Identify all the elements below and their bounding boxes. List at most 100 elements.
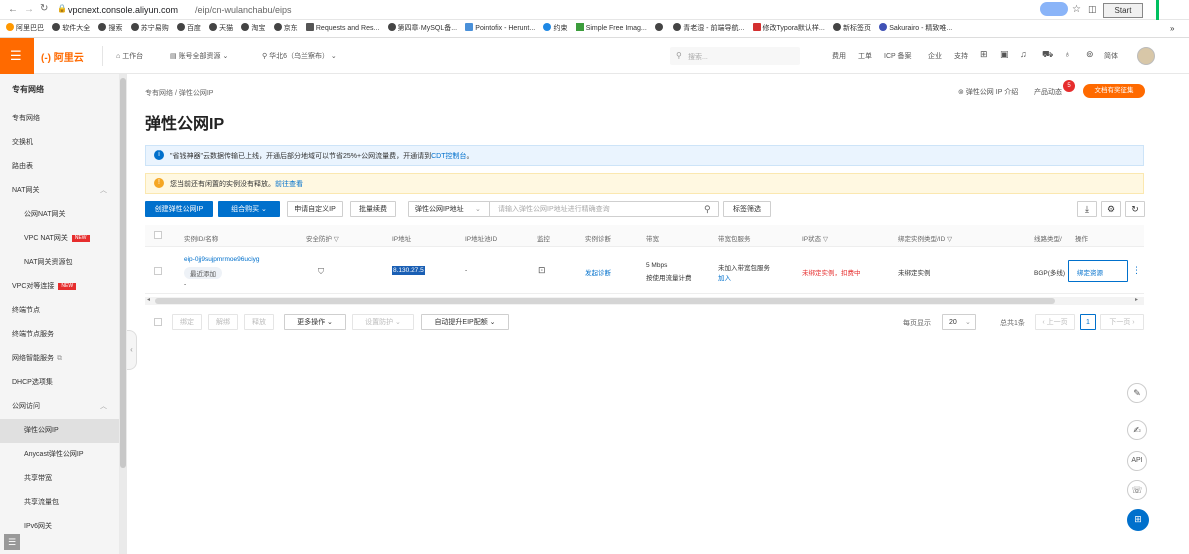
screen-icon[interactable]: ▣ (1000, 49, 1009, 60)
filter-field-select[interactable]: 弹性公网IP地址 ⌄ (408, 201, 490, 217)
bookmark-item[interactable]: 百度 (176, 20, 201, 37)
settings-icon[interactable]: ⚙ (1101, 201, 1121, 217)
eip-intro-link[interactable]: ⊚ 弹性公网 IP 介绍 (958, 87, 1018, 97)
sidebar-item-vpc[interactable]: 专有网络 (0, 107, 119, 131)
apps-icon[interactable]: ⊞ (1127, 509, 1149, 531)
sidebar-item-vpc-nat[interactable]: VPC NAT网关 NEW (0, 227, 119, 251)
bookmark-item[interactable]: Requests and Res... (305, 20, 379, 37)
region-dropdown[interactable]: ⚲ 华北6（乌兰察布） ⌄ (262, 51, 337, 61)
sidebar-item-route-table[interactable]: 路由表 (0, 155, 119, 179)
sidebar-item-shared-bandwidth[interactable]: 共享带宽 (0, 467, 119, 491)
col-bound-instance[interactable]: 绑定实例类型/ID ▽ (898, 233, 952, 243)
url-host[interactable]: vpcnext.console.aliyun.com (68, 5, 178, 15)
feedback-icon[interactable]: ✍ (1127, 420, 1147, 440)
combo-purchase-button[interactable]: 组合购买 ⌄ (218, 201, 280, 217)
star-icon[interactable]: ☆ (1072, 4, 1081, 15)
sidebar-item-network-intelligence[interactable]: 网络智能服务 ⧉ (0, 347, 119, 371)
sidebar-fold-handle[interactable]: ‹ (127, 330, 137, 370)
more-bookmarks-icon[interactable]: » (1170, 24, 1174, 33)
language-switch[interactable]: 简体 (1104, 51, 1118, 61)
sidebar-item-vpc-peering[interactable]: VPC对等连接 NEW (0, 275, 119, 299)
sidebar-item-anycast-eip[interactable]: Anycast弹性公网IP (0, 443, 119, 467)
nav-link-enterprise[interactable]: 企业 (928, 51, 942, 61)
shield-icon[interactable]: ⛉ (318, 267, 324, 277)
search-input[interactable]: 请输入弹性公网IP地址进行精确查询 ⚲ (489, 201, 719, 217)
refresh-icon[interactable]: ↻ (1125, 201, 1145, 217)
bell-icon[interactable]: ♫ (1020, 49, 1027, 59)
cart-icon[interactable]: ⛟ (1042, 49, 1053, 61)
footer-select-all-checkbox[interactable] (154, 318, 162, 326)
prev-page-button[interactable]: ‹ 上一页 (1035, 314, 1075, 330)
sidebar-collapse-icon[interactable]: ☰ (4, 534, 20, 550)
menu-toggle[interactable]: ☰ (0, 38, 34, 74)
row-checkbox[interactable] (154, 267, 162, 275)
apply-custom-ip-button[interactable]: 申请自定义IP (287, 201, 343, 217)
bookmark-item[interactable]: 天猫 (209, 20, 233, 37)
join-pkg-link[interactable]: 加入 (718, 272, 731, 282)
go-view-link[interactable]: 前往查看 (275, 181, 303, 188)
sidebar-item-vswitch[interactable]: 交换机 (0, 131, 119, 155)
per-page-select[interactable]: 20 ⌄ (942, 314, 976, 330)
bookmark-item[interactable]: 软件大全 (52, 20, 90, 37)
bookmark-item[interactable]: 京东 (273, 20, 298, 37)
scroll-right-icon[interactable]: ▸ (1135, 296, 1138, 303)
more-ops-dropdown[interactable]: 更多操作 ⌄ (284, 314, 346, 330)
nav-link-support[interactable]: 支持 (954, 51, 968, 61)
sidepanel-icon[interactable]: ◫ (1088, 4, 1097, 15)
bind-button[interactable]: 绑定 (172, 314, 202, 330)
hscroll-thumb[interactable] (155, 298, 1055, 304)
tag-filter-button[interactable]: 标签筛选 (723, 201, 771, 217)
ip-address[interactable]: 8.130.27.5 (392, 266, 425, 275)
sidebar-item-shared-traffic[interactable]: 共享流量包 (0, 491, 119, 515)
bookmark-item[interactable]: Simple Free Imag... (575, 20, 647, 37)
avatar[interactable] (1137, 47, 1155, 65)
bookmark-item[interactable] (655, 20, 665, 37)
bookmark-item[interactable]: 修改Typora默认样... (752, 20, 825, 37)
scroll-left-icon[interactable]: ◂ (147, 296, 150, 303)
sidebar-item-endpoint[interactable]: 终端节点 (0, 299, 119, 323)
lightbulb-icon[interactable]: ♁ (1064, 49, 1071, 59)
create-eip-button[interactable]: 创建弹性公网IP (145, 201, 213, 217)
sidebar-item-dhcp[interactable]: DHCP选项集 (0, 371, 119, 395)
bulk-renew-button[interactable]: 批量续费 (350, 201, 396, 217)
api-icon[interactable]: API (1127, 451, 1147, 471)
unbind-button[interactable]: 解绑 (208, 314, 238, 330)
auto-upgrade-dropdown[interactable]: 自动提升EIP配额 ⌄ (421, 314, 509, 330)
scrollbar-thumb[interactable] (120, 78, 126, 468)
release-button[interactable]: 释放 (244, 314, 274, 330)
search-icon[interactable]: ⚲ (704, 202, 711, 217)
sidebar-item-eip[interactable]: 弹性公网IP (0, 419, 119, 443)
nav-link-icp[interactable]: ICP 备案 (884, 51, 912, 61)
sidebar-scrollbar[interactable] (119, 74, 127, 554)
product-news-link[interactable]: 产品动态 (1034, 87, 1062, 97)
more-actions-icon[interactable]: ⋮ (1132, 265, 1141, 276)
bookmark-item[interactable]: 阿里巴巴 (6, 20, 44, 37)
workbench-link[interactable]: ⌂ 工作台 (116, 51, 143, 61)
table-hscrollbar[interactable]: ◂ ▸ (145, 297, 1144, 305)
sidebar-item-endpoint-service[interactable]: 终端节点服务 (0, 323, 119, 347)
chat-icon[interactable]: ☏ (1127, 480, 1147, 500)
reload-icon[interactable]: ↻ (40, 3, 48, 14)
diagnose-link[interactable]: 发起诊断 (585, 267, 611, 277)
aliyun-logo[interactable]: (-) 阿里云 (41, 49, 84, 64)
select-all-checkbox[interactable] (154, 231, 162, 239)
col-ip-state[interactable]: IP状态 ▽ (802, 233, 828, 243)
nav-link-fees[interactable]: 费用 (832, 51, 846, 61)
nav-link-ticket[interactable]: 工单 (858, 51, 872, 61)
bookmark-item[interactable]: 青老湿 - 前端导航... (673, 20, 744, 37)
bookmark-item[interactable]: 新标签页 (833, 20, 871, 37)
sidebar-item-public-nat[interactable]: 公网NAT网关 (0, 203, 119, 227)
sidebar-group-nat[interactable]: NAT网关 ︿ (0, 179, 119, 203)
bind-resource-link[interactable]: 绑定资源 (1077, 267, 1103, 277)
help-icon[interactable]: ⊚ (1086, 49, 1094, 60)
set-protect-dropdown[interactable]: 设置防护 ⌄ (352, 314, 414, 330)
bookmark-item[interactable]: 搜索 (98, 20, 122, 37)
terminal-icon[interactable]: ⊞ (980, 49, 988, 60)
forward-icon[interactable]: → (24, 4, 34, 15)
next-page-button[interactable]: 下一页 › (1100, 314, 1144, 330)
bookmark-item[interactable]: 淘宝 (241, 20, 265, 37)
bookmark-item[interactable]: 约束 (543, 20, 567, 37)
instance-id-link[interactable]: eip-0jj9sujpmrmoe96uciyg (184, 256, 260, 263)
bookmark-item[interactable]: 苏宁易购 (130, 20, 169, 37)
doc-promo-button[interactable]: 文档有奖征集 (1083, 84, 1145, 98)
